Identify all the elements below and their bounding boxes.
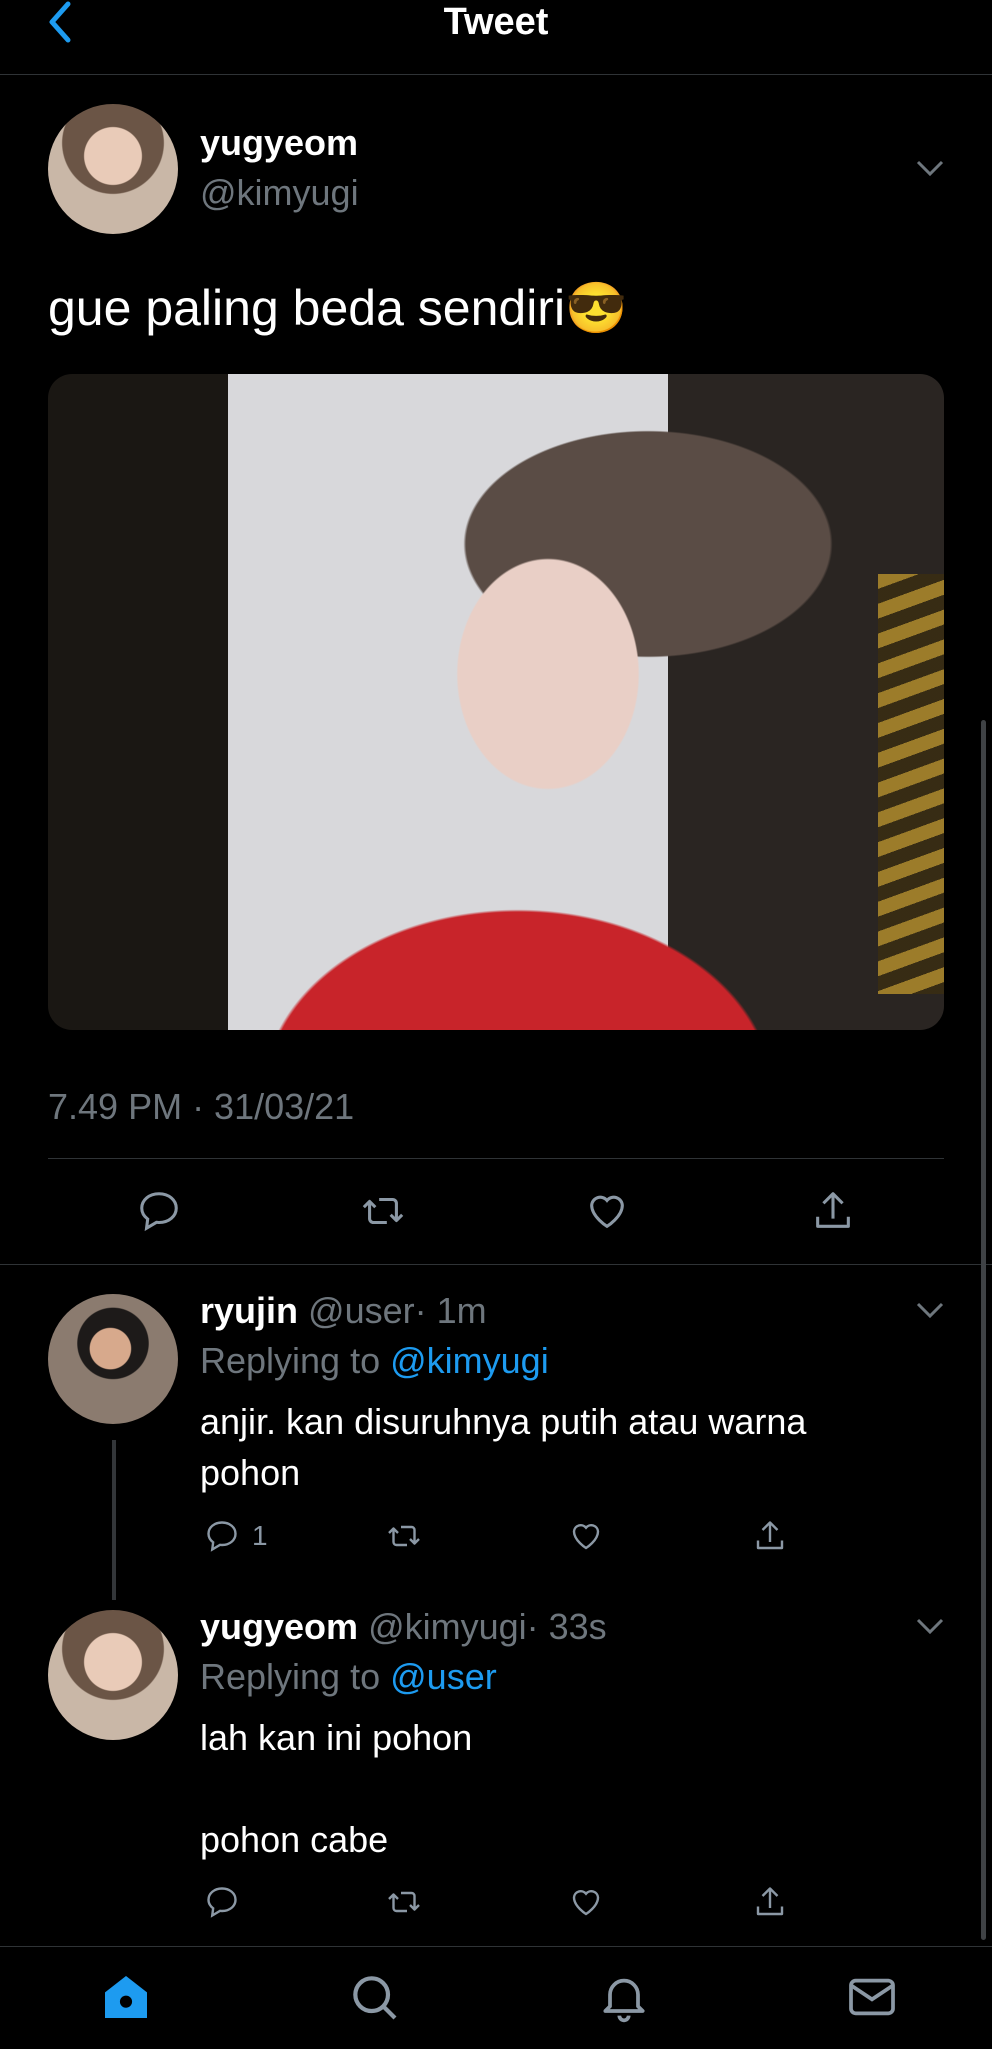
tweet-text: gue paling beda sendiri😎 <box>48 280 628 336</box>
reply-text: lah kan ini pohon pohon cabe <box>200 1712 472 1865</box>
reply-text-line: pohon <box>200 1452 301 1493</box>
chevron-down-icon[interactable] <box>916 160 944 177</box>
chevron-down-icon[interactable] <box>916 1302 944 1319</box>
reply-time: · 1m <box>414 1290 487 1331</box>
mention-link[interactable]: @user <box>390 1656 497 1697</box>
reply-text-line: pohon cabe <box>200 1819 389 1860</box>
retweet-icon[interactable] <box>360 1188 406 1234</box>
avatar[interactable] <box>48 104 178 234</box>
author-handle[interactable]: @kimyugi <box>200 172 359 214</box>
thread-line <box>112 1440 116 1600</box>
divider <box>0 1264 992 1265</box>
retweet-icon[interactable] <box>386 1518 422 1554</box>
reply-text: anjir. kan disuruhnya putih atau warna p… <box>200 1396 806 1498</box>
author-handle[interactable]: @kimyugi <box>368 1606 527 1647</box>
avatar[interactable] <box>48 1610 178 1740</box>
mention-link[interactable]: @kimyugi <box>390 1340 549 1381</box>
reply-icon[interactable] <box>136 1188 182 1234</box>
scrollbar[interactable] <box>981 720 986 1940</box>
reply-header: yugyeom @kimyugi· 33s <box>200 1606 607 1648</box>
author-handle[interactable]: @user <box>308 1290 415 1331</box>
tweet-timestamp: 7.49 PM · 31/03/21 <box>48 1086 355 1127</box>
reply-count: 1 <box>252 1520 268 1551</box>
tweet-image[interactable] <box>48 374 944 1030</box>
author-name[interactable]: ryujin <box>200 1290 298 1331</box>
notifications-icon[interactable] <box>596 1969 652 2025</box>
like-icon[interactable] <box>568 1518 604 1554</box>
replying-prefix: Replying to <box>200 1656 381 1697</box>
like-icon[interactable] <box>584 1188 630 1234</box>
home-icon[interactable] <box>98 1969 154 2025</box>
messages-icon[interactable] <box>844 1969 900 2025</box>
share-icon[interactable] <box>810 1188 856 1234</box>
replying-to: Replying to @kimyugi <box>200 1340 549 1382</box>
reply-header: ryujin @user· 1m <box>200 1290 487 1332</box>
share-icon[interactable] <box>752 1884 788 1920</box>
reply-text-line: anjir. kan disuruhnya putih atau warna <box>200 1401 807 1442</box>
search-icon[interactable] <box>346 1969 402 2025</box>
replying-prefix: Replying to <box>200 1340 381 1381</box>
reply-icon[interactable] <box>204 1884 240 1920</box>
top-bar: Tweet <box>0 0 992 75</box>
author-name[interactable]: yugyeom <box>200 122 358 164</box>
page-title: Tweet <box>443 1 549 43</box>
bottom-tab-bar <box>0 1946 992 2049</box>
chevron-down-icon[interactable] <box>916 1618 944 1635</box>
replying-to: Replying to @user <box>200 1656 497 1698</box>
avatar[interactable] <box>48 1294 178 1424</box>
retweet-icon[interactable] <box>386 1884 422 1920</box>
divider <box>48 1158 944 1159</box>
share-icon[interactable] <box>752 1518 788 1554</box>
author-name[interactable]: yugyeom <box>200 1606 358 1647</box>
reply-icon[interactable] <box>204 1518 240 1554</box>
reply-time: · 33s <box>526 1606 607 1647</box>
reply-text-line: lah kan ini pohon <box>200 1717 473 1758</box>
like-icon[interactable] <box>568 1884 604 1920</box>
